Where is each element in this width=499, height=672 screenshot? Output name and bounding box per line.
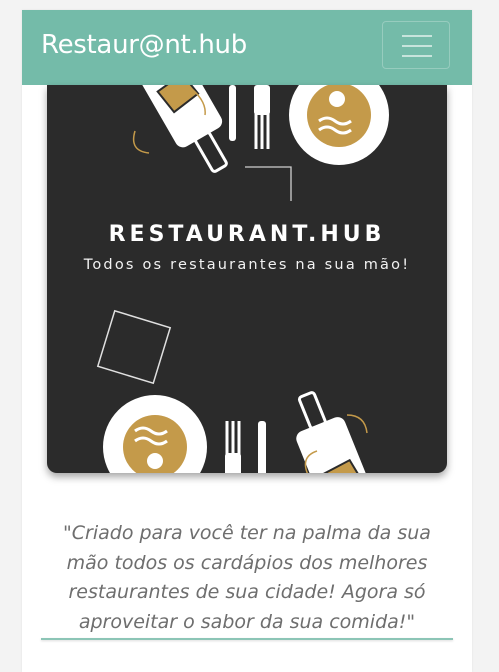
fork-icon (225, 421, 241, 473)
plate-icon (103, 395, 207, 473)
navbar: Restaur@nt.hub (22, 10, 472, 85)
hero-banner: RESTAURANT.HUB Todos os restaurantes na … (47, 85, 447, 473)
banner-subtitle: Todos os restaurantes na sua mão! (83, 257, 411, 273)
banner-title: RESTAURANT.HUB (108, 222, 386, 247)
knife-icon (229, 85, 236, 141)
page-container: Restaur@nt.hub RESTAURANT.HUB Todos os r… (22, 10, 472, 672)
banner-illustration (96, 85, 389, 473)
section-divider (41, 638, 453, 640)
navbar-brand[interactable]: Restaur@nt.hub (41, 30, 247, 60)
bottle-icon (127, 85, 228, 173)
knife-icon (258, 421, 266, 473)
tagline-quote: "Criado para você ter na palma da sua mã… (63, 522, 431, 633)
menu-toggle-button[interactable] (382, 21, 450, 69)
plate-icon (289, 85, 389, 165)
bottle-icon (296, 391, 381, 473)
fork-icon (254, 85, 270, 149)
